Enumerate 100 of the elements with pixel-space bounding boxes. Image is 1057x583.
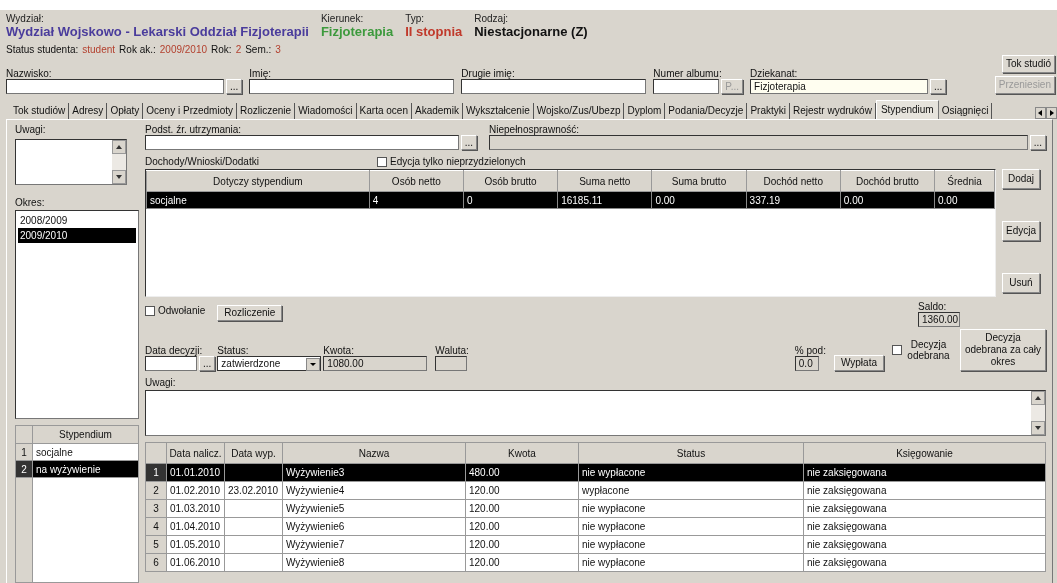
scroll-up-icon[interactable] <box>1031 391 1045 405</box>
payment-row[interactable]: 6 01.06.2010 Wyżywienie8 120.00 nie wypłacone nie zaksięgowana <box>145 553 1046 572</box>
table-cell: 01.03.2010 <box>166 499 225 518</box>
tab[interactable]: Wojsko/Zus/Ubezp <box>533 103 625 119</box>
tab[interactable]: Praktyki <box>747 103 790 119</box>
table-cell <box>224 553 283 572</box>
action-button[interactable]: Dodaj <box>1002 169 1040 189</box>
header-label: Kierunek: <box>320 13 365 24</box>
status-value: 2 <box>235 44 242 55</box>
table-cell: Wyżywienie7 <box>282 535 466 554</box>
second-name-field[interactable] <box>461 79 647 94</box>
notes-textarea[interactable] <box>145 390 1046 436</box>
decision-period-button[interactable]: Decyzja odebrana za cały okres <box>960 329 1046 371</box>
browse-button[interactable]: ... <box>226 79 243 94</box>
income-source-field[interactable] <box>145 135 459 150</box>
field-label: Data decyzji: <box>145 345 204 356</box>
column-header: Status <box>578 442 804 464</box>
scroll-down-icon[interactable] <box>112 170 126 184</box>
tab[interactable]: Dyplom <box>624 103 666 119</box>
tab[interactable]: Podania/Decyzje <box>665 103 748 119</box>
album-number-field[interactable] <box>653 79 720 94</box>
table-cell: Wyżywienie8 <box>282 553 466 572</box>
tab[interactable]: Wykształcenie <box>462 103 534 119</box>
tab[interactable]: Osiągnięci <box>938 103 993 119</box>
table-cell: Wyżywienie5 <box>282 499 466 518</box>
settlement-button[interactable]: Rozliczenie <box>217 305 283 321</box>
table-cell: nie zaksięgowana <box>803 499 1046 518</box>
table-cell: 01.05.2010 <box>166 535 225 554</box>
column-header: Suma netto <box>557 170 652 192</box>
table-cell: 01.02.2010 <box>166 481 225 500</box>
field-label: Imię: <box>249 68 272 79</box>
scroll-down-icon[interactable] <box>1031 421 1045 435</box>
column-header: Data nalicz. <box>166 442 225 464</box>
table-cell <box>224 463 283 482</box>
appeal-checkbox[interactable]: Odwołanie <box>145 305 206 316</box>
degree-type: II stopnia <box>405 24 463 39</box>
faculty-name: Wydział Wojskowo - Lekarski Oddział Fizjoterapii <box>6 24 309 39</box>
browse-button[interactable]: ... <box>1029 135 1046 150</box>
table-cell: 120.00 <box>465 553 579 572</box>
status-label: Rok: <box>211 44 232 55</box>
column-header: Średnia <box>934 170 995 192</box>
table-cell: socjalne <box>146 191 370 209</box>
major-name: Fizjoterapia <box>320 24 394 39</box>
tab[interactable]: Stypendium <box>875 100 939 119</box>
field-label: Dziekanat: <box>750 68 799 79</box>
action-button[interactable]: Usuń <box>1002 273 1040 293</box>
study-progress-button[interactable]: Tok studió <box>1001 55 1055 73</box>
browse-button[interactable]: ... <box>199 356 216 371</box>
period-item[interactable]: 2008/2009 <box>18 213 136 228</box>
column-header: Księgowanie <box>803 442 1046 464</box>
decision-date-field[interactable] <box>145 356 197 371</box>
header-label: Rodzaj: <box>474 13 510 24</box>
tab[interactable]: Rejestr wydruków <box>789 103 876 119</box>
tab[interactable]: Opłaty <box>107 103 144 119</box>
payment-row[interactable]: 5 01.05.2010 Wyżywienie7 120.00 nie wypłacone nie zaksięgowana <box>145 535 1046 554</box>
tab[interactable]: Wiadomości <box>295 103 357 119</box>
decision-received-checkbox[interactable]: Decyzja odebrana <box>892 339 952 361</box>
percent-field: 0.0 <box>794 356 819 371</box>
scholarship-row[interactable]: 1 socjalne <box>15 443 139 461</box>
table-cell: nie zaksięgowana <box>803 463 1046 482</box>
column-header: Dochód netto <box>746 170 841 192</box>
tab[interactable]: Akademik <box>411 103 463 119</box>
surname-field[interactable] <box>6 79 224 94</box>
period-item[interactable]: 2009/2010 <box>18 228 136 243</box>
field-label: Kwota: <box>323 345 355 356</box>
payout-button[interactable]: Wypłata <box>833 355 884 371</box>
status-value: 2009/2010 <box>159 44 208 55</box>
scroll-up-icon[interactable] <box>112 140 126 154</box>
column-header: Kwota <box>465 442 579 464</box>
browse-button[interactable]: ... <box>460 135 477 150</box>
table-cell: nie wypłacone <box>578 499 804 518</box>
tab[interactable]: Tok studiów <box>10 103 70 119</box>
status-label: Rok ak.: <box>119 44 156 55</box>
first-name-field[interactable] <box>249 79 455 94</box>
disability-field[interactable] <box>489 135 1028 150</box>
table-cell <box>224 499 283 518</box>
payment-row[interactable]: 2 01.02.2010 23.02.2010 Wyżywienie4 120.00 wypłacone nie zaksięgowana <box>145 481 1046 500</box>
header-label: Typ: <box>405 13 426 24</box>
payment-row[interactable]: 4 01.04.2010 Wyżywienie6 120.00 nie wypłacone nie zaksięgowana <box>145 517 1046 536</box>
tab[interactable]: Rozliczenie <box>237 103 296 119</box>
dean-office-field[interactable]: Fizjoterapia <box>750 79 929 94</box>
tab-scroll-left-icon[interactable] <box>1035 107 1046 119</box>
status-dropdown[interactable]: zatwierdzone <box>217 356 322 371</box>
unassigned-only-checkbox[interactable]: Edycja tylko nieprzydzielonych <box>377 156 526 167</box>
tab-scroll-right-icon[interactable] <box>1046 107 1057 119</box>
table-cell: 4 <box>369 191 464 209</box>
field-label: Saldo: <box>918 301 948 312</box>
payment-row[interactable]: 3 01.03.2010 Wyżywienie5 120.00 nie wypłacone nie zaksięgowana <box>145 499 1046 518</box>
table-cell: nie zaksięgowana <box>803 481 1046 500</box>
tab[interactable]: Karta ocen <box>356 103 412 119</box>
action-button[interactable]: Edycja <box>1002 221 1040 241</box>
browse-button[interactable]: ... <box>930 79 947 94</box>
study-mode: Niestacjonarne (Z) <box>474 24 588 39</box>
table-cell: 0 <box>463 191 558 209</box>
notes-textarea[interactable] <box>15 139 127 185</box>
table-cell: 0.00 <box>840 191 935 209</box>
table-cell: 480.00 <box>465 463 579 482</box>
tab[interactable]: Adresy <box>69 103 108 119</box>
table-cell: Wyżywienie6 <box>282 517 466 536</box>
tab[interactable]: Oceny i Przedmioty <box>143 103 237 119</box>
